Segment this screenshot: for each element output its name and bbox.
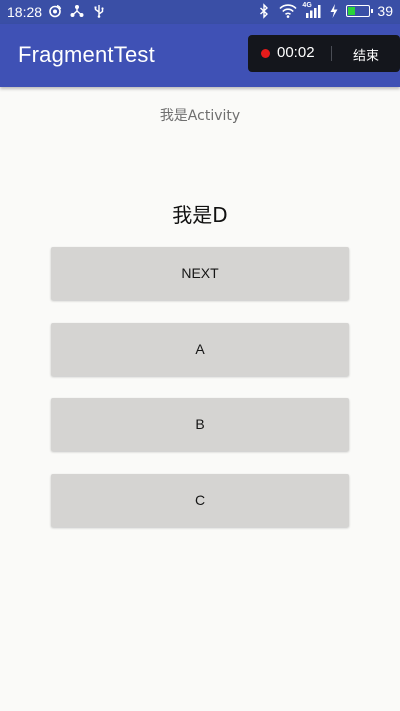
- signal-icon: 4G: [302, 2, 322, 19]
- recorder-divider: [331, 46, 332, 61]
- share-icon: [70, 4, 84, 18]
- network-type-label: 4G: [302, 2, 312, 9]
- status-system-icons: 4G 39: [256, 2, 393, 19]
- charging-icon: [329, 3, 339, 19]
- screen-recorder-overlay: 00:02 结束: [248, 35, 400, 72]
- status-time: 18:28: [7, 4, 43, 20]
- battery-fill: [348, 7, 356, 15]
- recording-dot-icon: [261, 49, 270, 58]
- fragment-b-button[interactable]: B: [51, 398, 349, 451]
- weibo-icon: [48, 4, 62, 18]
- bluetooth-icon: [256, 3, 272, 19]
- recording-elapsed-time: 00:02: [277, 44, 315, 61]
- fragment-c-button[interactable]: C: [51, 474, 349, 527]
- wifi-icon: [279, 3, 298, 19]
- status-notification-icons: [48, 4, 106, 18]
- usb-icon: [92, 4, 106, 18]
- status-bar: 18:28 4G 39: [0, 0, 400, 24]
- fragment-label: 我是D: [172, 203, 228, 227]
- activity-label: 我是Activity: [159, 108, 241, 124]
- next-button[interactable]: NEXT: [51, 247, 349, 300]
- stop-recording-button[interactable]: 结束: [353, 45, 379, 64]
- app-title: FragmentTest: [18, 42, 155, 67]
- battery-icon: [346, 5, 374, 17]
- battery-percent: 39: [377, 3, 393, 19]
- fragment-a-button[interactable]: A: [51, 323, 349, 376]
